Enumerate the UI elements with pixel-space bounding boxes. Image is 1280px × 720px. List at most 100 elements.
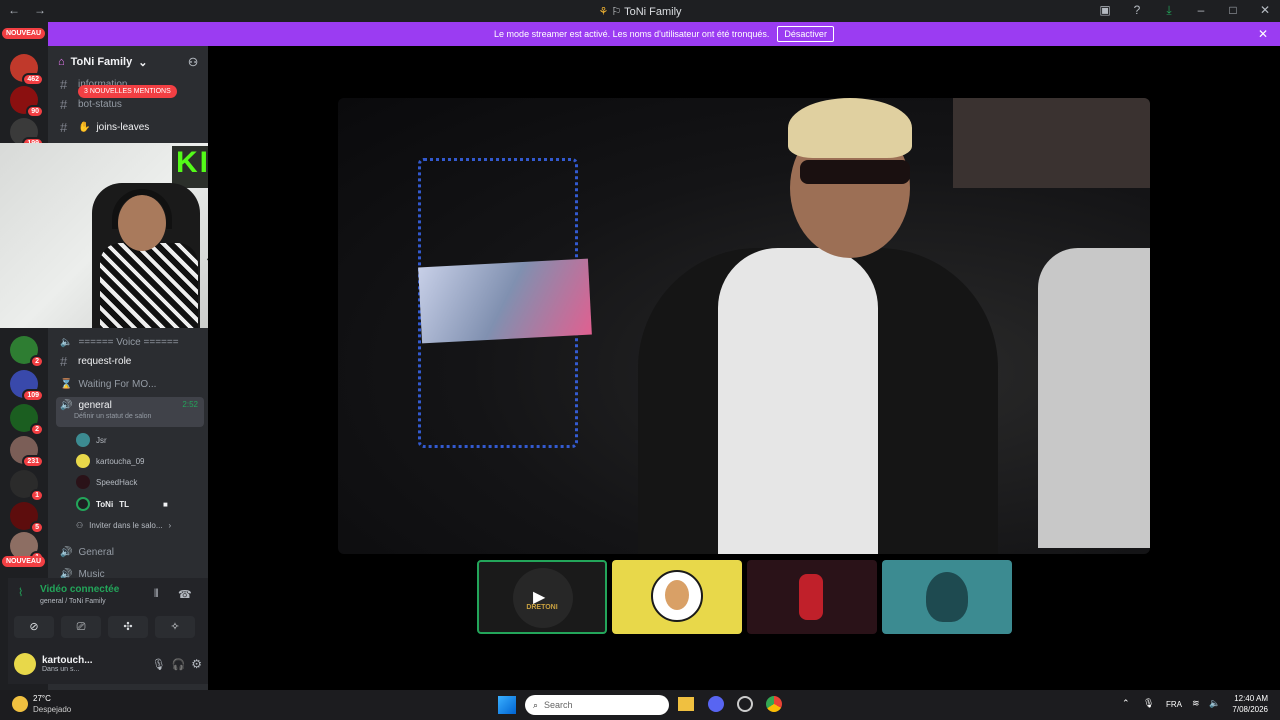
close-icon[interactable]: ✕	[1258, 27, 1268, 41]
voice-connection-panel: ⌇ Vidéo connectée general / ToNi Family …	[8, 578, 208, 644]
mention-badge: 462	[22, 73, 44, 86]
avatar	[76, 433, 90, 447]
person-shirt	[718, 248, 878, 554]
server-icon-3[interactable]: 199	[10, 118, 44, 150]
minimize-button[interactable]: –	[1194, 3, 1208, 18]
discord-icon[interactable]	[708, 696, 724, 712]
activities-button[interactable]: ✣	[108, 616, 148, 638]
gear-icon[interactable]: ⚙	[191, 657, 202, 671]
signal-icon[interactable]: ⌇	[18, 586, 23, 599]
voice-category[interactable]: 🔈 ====== Voice ======	[56, 332, 204, 352]
server-icon-9[interactable]: 5	[10, 502, 44, 534]
file-explorer-icon[interactable]	[678, 697, 694, 711]
app-icon[interactable]	[737, 696, 753, 712]
server-icon-4[interactable]: 2	[10, 336, 44, 368]
user-status: Dans un s...	[42, 666, 80, 673]
voice-user[interactable]: Jsr	[76, 431, 107, 449]
hourglass-icon: ⌛	[60, 378, 73, 390]
speaker-icon: 🔈	[60, 336, 73, 348]
download-icon[interactable]: ⤓	[1162, 3, 1176, 18]
window-title: ⚘ ⚐ ToNi Family	[598, 6, 682, 18]
maximize-button[interactable]: □	[1226, 3, 1240, 18]
server-icon-7[interactable]: 231	[10, 436, 44, 468]
weather-desc: Despejado	[33, 705, 72, 714]
headphones-icon[interactable]: 🎧	[172, 658, 186, 671]
speaker-icon: 🔊	[60, 546, 73, 558]
avatar	[76, 454, 90, 468]
voice-location[interactable]: general / ToNi Family	[40, 598, 106, 605]
avatar	[926, 572, 968, 622]
server-icon-6[interactable]: 2	[10, 404, 44, 436]
shelf	[953, 98, 1150, 188]
microphone-icon[interactable]: 🎙	[152, 658, 166, 671]
server-icon: ⚘	[598, 6, 609, 18]
voice-user[interactable]: SpeedHack	[76, 473, 137, 491]
camera-off-button[interactable]: ⊘	[14, 616, 54, 638]
hash-icon: #	[60, 76, 68, 92]
channel-waiting[interactable]: ⌛ Waiting For MO...	[56, 374, 204, 394]
channel-general-active[interactable]: 🔊 general 2:52 Définir un statut de salo…	[56, 397, 204, 427]
channel-status-link[interactable]: Définir un statut de salon	[60, 413, 151, 420]
add-member-icon[interactable]: ⚇	[188, 56, 198, 69]
disconnect-icon[interactable]: ☎	[178, 588, 192, 601]
voice-user[interactable]: kartoucha_09	[76, 452, 144, 470]
server-icon-5[interactable]: 109	[10, 370, 44, 402]
server-name: ToNi Family	[70, 56, 133, 68]
mention-badge: 231	[22, 455, 44, 468]
streamer-mode-banner: Le mode streamer est activé. Les noms d'…	[48, 22, 1280, 46]
clock-time[interactable]: 12:40 AM	[1228, 694, 1268, 703]
soundboard-button[interactable]: ✧	[155, 616, 195, 638]
avatar	[76, 497, 90, 511]
language-indicator[interactable]: FRA	[1166, 700, 1182, 709]
main-video-stream[interactable]	[338, 98, 1150, 554]
avatar	[76, 475, 90, 489]
participant-tile-3[interactable]	[747, 560, 877, 634]
voice-status: Vidéo connectée	[40, 584, 120, 595]
hash-icon: #	[60, 353, 68, 369]
inbox-icon[interactable]: ▣	[1098, 3, 1112, 18]
mention-badge: 5	[30, 521, 44, 534]
participant-tile-4[interactable]	[882, 560, 1012, 634]
mention-badge: 109	[22, 389, 44, 402]
chrome-icon[interactable]	[766, 696, 782, 712]
channel-general-voice[interactable]: 🔊 General	[56, 542, 204, 562]
search-box[interactable]: ⌕ Search	[525, 695, 669, 715]
participant-tile-2[interactable]	[612, 560, 742, 634]
server-icon-8[interactable]: 1	[10, 470, 44, 502]
mention-badge: 90	[26, 105, 44, 118]
server-home-icon: ⌂	[58, 56, 65, 68]
volume-icon[interactable]: 🔈	[1209, 698, 1220, 709]
hash-icon: #	[60, 119, 68, 135]
avatar[interactable]	[14, 653, 36, 675]
clock-date[interactable]: 7/08/2026	[1228, 705, 1268, 714]
weather-icon[interactable]	[12, 696, 28, 712]
new-badge: NOUVEAU	[2, 556, 46, 567]
invite-to-channel[interactable]: ⚇ Inviter dans le salo... ›	[76, 516, 171, 534]
person	[100, 243, 198, 328]
banner-text: Le mode streamer est activé. Les noms d'…	[494, 29, 770, 39]
voice-user[interactable]: ToNi TL ■	[76, 495, 168, 513]
new-mentions-pill[interactable]: 3 NOUVELLES MENTIONS	[78, 85, 177, 98]
help-icon[interactable]: ?	[1130, 3, 1144, 18]
noise-suppression-icon[interactable]: ⫴	[154, 588, 159, 601]
chevron-up-icon[interactable]: ⌃	[1122, 698, 1130, 709]
disable-streamer-button[interactable]: Désactiver	[777, 26, 834, 42]
screen-share-button[interactable]: ⎚	[61, 616, 101, 638]
weather-temp: 27°C	[33, 694, 51, 703]
participant-tile-1[interactable]: DRETONI ▶	[477, 560, 607, 634]
microphone-icon[interactable]: 🎙	[1143, 698, 1154, 709]
username: kartouch...	[42, 655, 93, 666]
start-icon[interactable]	[498, 696, 516, 714]
window-controls: ▣ ? ⤓ – □ ✕	[1098, 3, 1272, 18]
channel-joins-leaves[interactable]: # ✋ joins-leaves	[56, 117, 204, 137]
server-icon-2[interactable]: 90	[10, 86, 44, 118]
server-icon-1[interactable]: 462	[10, 54, 44, 86]
mention-badge: 2	[30, 423, 44, 436]
wifi-icon[interactable]: ≋	[1192, 698, 1200, 709]
channel-request-role[interactable]: # request-role	[56, 351, 204, 371]
hash-icon: #	[60, 96, 68, 112]
close-window-button[interactable]: ✕	[1258, 3, 1272, 18]
mention-badge: 1	[30, 489, 44, 502]
user-info[interactable]: kartouch... Dans un s...	[42, 655, 93, 673]
windows-taskbar: 27°C Despejado ⌕ Search ⌃ 🎙 FRA ≋ 🔈 12:4…	[0, 690, 1280, 720]
